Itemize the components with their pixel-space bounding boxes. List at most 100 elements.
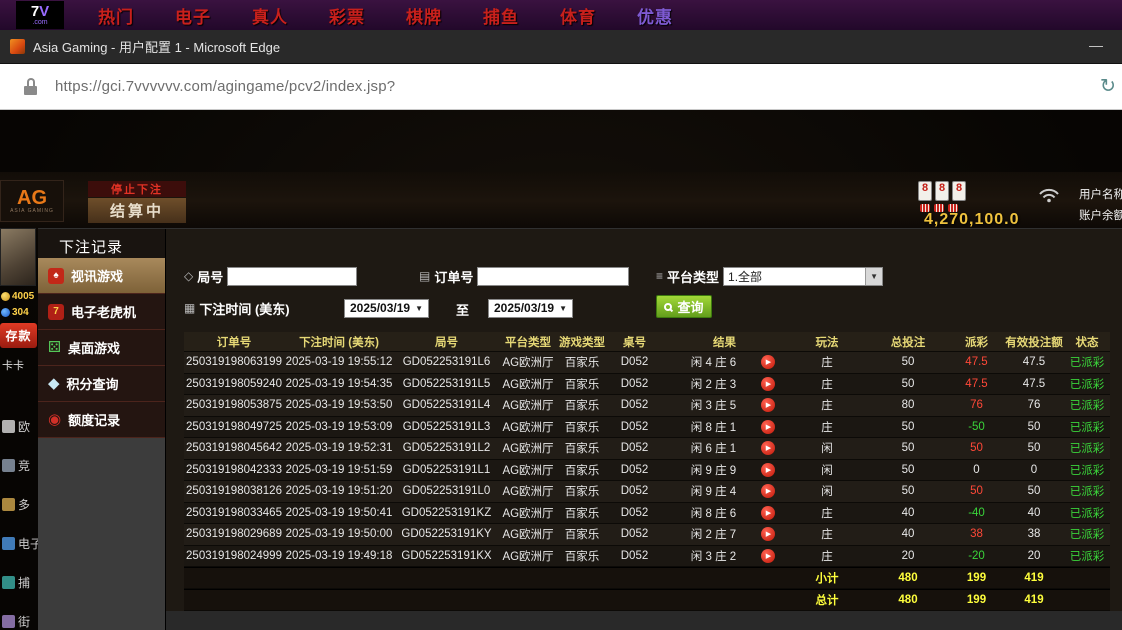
table-row: 2503191980592402025-03-19 19:54:35GD0522… bbox=[184, 374, 1110, 396]
sidebar-item-cards[interactable]: ♠视讯游戏 bbox=[38, 258, 165, 294]
table-row: 2503191980249992025-03-19 19:49:18GD0522… bbox=[184, 546, 1110, 568]
chevron-down-icon: ▼ bbox=[865, 268, 882, 285]
result-cell: 闲 6 庄 1▶ bbox=[662, 438, 787, 459]
replay-button[interactable]: ▶ bbox=[761, 377, 775, 391]
replay-button[interactable]: ▶ bbox=[761, 463, 775, 477]
table-balance: 4,270,100.0 bbox=[924, 211, 1020, 229]
table-row: 2503191980381262025-03-19 19:51:20GD0522… bbox=[184, 481, 1110, 503]
result-text: 闲 3 庄 2 bbox=[691, 548, 736, 564]
cell: AG欧洲厅 bbox=[499, 524, 557, 545]
rail-item[interactable]: 欧 bbox=[0, 418, 38, 435]
gold-coin-icon bbox=[1, 292, 10, 301]
sidebar-item-diamond[interactable]: ◆积分查询 bbox=[38, 366, 165, 402]
cell bbox=[607, 568, 662, 588]
url-text[interactable]: https://gci.7vvvvvv.com/agingame/pcv2/in… bbox=[55, 78, 395, 95]
rail-item-icon bbox=[2, 576, 15, 589]
cell: 百家乐 bbox=[557, 417, 607, 438]
cell: 250319198042333 bbox=[184, 460, 284, 481]
rail-item[interactable]: 竞 bbox=[0, 457, 38, 474]
cell: GD052253191L0 bbox=[394, 481, 499, 502]
nav-item[interactable]: 真人 bbox=[252, 3, 288, 28]
minimize-button[interactable]: — bbox=[1084, 37, 1108, 53]
status-badge: 已派彩 bbox=[1064, 546, 1110, 567]
cell bbox=[662, 590, 787, 610]
sidebar-item-slot[interactable]: 7电子老虎机 bbox=[38, 294, 165, 330]
result-cell: 闲 2 庄 3▶ bbox=[662, 374, 787, 395]
refresh-icon[interactable]: ↻ bbox=[1100, 75, 1122, 98]
cell: 0 bbox=[1004, 460, 1064, 481]
sidebar-item-label: 积分查询 bbox=[67, 374, 119, 393]
cell: 2025-03-19 19:53:09 bbox=[284, 417, 394, 438]
payout-cell: -40 bbox=[949, 503, 1004, 524]
order-number-icon: ▤ bbox=[419, 269, 430, 283]
status-badge: 已派彩 bbox=[1064, 481, 1110, 502]
platform-select-value: 1.全部 bbox=[724, 268, 865, 285]
bet-table: 订单号下注时间 (美东)局号平台类型游戏类型桌号结果玩法总投注派彩有效投注额状态… bbox=[184, 332, 1110, 611]
replay-button[interactable]: ▶ bbox=[761, 484, 775, 498]
nav-item[interactable]: 优惠 bbox=[637, 3, 673, 28]
sidebar-item-record[interactable]: ◉额度记录 bbox=[38, 402, 165, 438]
rail-item-icon bbox=[2, 420, 15, 433]
nav-item[interactable]: 电子 bbox=[175, 3, 211, 28]
blue-coin-icon bbox=[1, 308, 10, 317]
rail-item[interactable]: 电子 bbox=[0, 535, 38, 552]
cell: 50 bbox=[867, 417, 949, 438]
replay-button[interactable]: ▶ bbox=[761, 527, 775, 541]
search-button[interactable]: 查询 bbox=[656, 295, 712, 318]
cell: 47.5 bbox=[1004, 374, 1064, 395]
cell: 250319198038126 bbox=[184, 481, 284, 502]
replay-button[interactable]: ▶ bbox=[761, 420, 775, 434]
nav-item[interactable]: 彩票 bbox=[329, 3, 365, 28]
rail-item[interactable]: 多 bbox=[0, 496, 38, 513]
cell: D052 bbox=[607, 460, 662, 481]
nav-item[interactable]: 棋牌 bbox=[406, 3, 442, 28]
cell: AG欧洲厅 bbox=[499, 460, 557, 481]
round-label: 局号 bbox=[197, 267, 223, 286]
replay-button[interactable]: ▶ bbox=[761, 441, 775, 455]
cell: 2025-03-19 19:49:18 bbox=[284, 546, 394, 567]
cell bbox=[1064, 590, 1110, 610]
slot-icon: 7 bbox=[48, 304, 64, 320]
site-logo[interactable]: 7V .com bbox=[16, 1, 64, 29]
date-to-picker[interactable]: 2025/03/19 ▼ bbox=[488, 299, 573, 318]
time-label: 下注时间 (美东) bbox=[199, 299, 289, 318]
payout-cell: 50 bbox=[949, 481, 1004, 502]
cell: 199 bbox=[949, 568, 1004, 588]
cell: 40 bbox=[867, 524, 949, 545]
order-input[interactable] bbox=[477, 267, 629, 286]
cell: 50 bbox=[1004, 481, 1064, 502]
rail-item-label: 欧 bbox=[18, 418, 30, 435]
replay-button[interactable]: ▶ bbox=[761, 506, 775, 520]
round-input[interactable] bbox=[227, 267, 357, 286]
panel-title: 下注记录 bbox=[59, 236, 123, 257]
points-stat-value: 304 bbox=[12, 307, 29, 318]
cell: 480 bbox=[867, 568, 949, 588]
result-text: 闲 8 庄 6 bbox=[691, 505, 736, 521]
platform-select[interactable]: 1.全部 ▼ bbox=[723, 267, 883, 286]
column-header: 游戏类型 bbox=[557, 332, 607, 351]
replay-button[interactable]: ▶ bbox=[761, 549, 775, 563]
rail-item[interactable]: 街 bbox=[0, 613, 38, 630]
browser-urlbar: https://gci.7vvvvvv.com/agingame/pcv2/in… bbox=[0, 64, 1122, 110]
payout-cell: 0 bbox=[949, 460, 1004, 481]
status-badge: 已派彩 bbox=[1064, 417, 1110, 438]
deposit-button[interactable]: 存款 bbox=[0, 323, 37, 348]
nav-item[interactable]: 体育 bbox=[560, 3, 596, 28]
cell: 250319198049725 bbox=[184, 417, 284, 438]
rail-item[interactable]: 捕 bbox=[0, 574, 38, 591]
date-from-picker[interactable]: 2025/03/19 ▼ bbox=[344, 299, 429, 318]
nav-item[interactable]: 热门 bbox=[98, 3, 134, 28]
cell: D052 bbox=[607, 352, 662, 373]
chevron-down-icon: ▼ bbox=[415, 304, 423, 313]
replay-button[interactable]: ▶ bbox=[761, 398, 775, 412]
nav-item[interactable]: 捕鱼 bbox=[483, 3, 519, 28]
column-header: 派彩 bbox=[949, 332, 1004, 351]
cell: 百家乐 bbox=[557, 352, 607, 373]
cell: 80 bbox=[867, 395, 949, 416]
replay-button[interactable]: ▶ bbox=[761, 355, 775, 369]
cell: 250319198045642 bbox=[184, 438, 284, 459]
sidebar-item-dice[interactable]: ⚄桌面游戏 bbox=[38, 330, 165, 366]
rail-item-icon bbox=[2, 498, 15, 511]
order-label: 订单号 bbox=[434, 267, 473, 286]
rail-item-icon bbox=[2, 537, 15, 550]
